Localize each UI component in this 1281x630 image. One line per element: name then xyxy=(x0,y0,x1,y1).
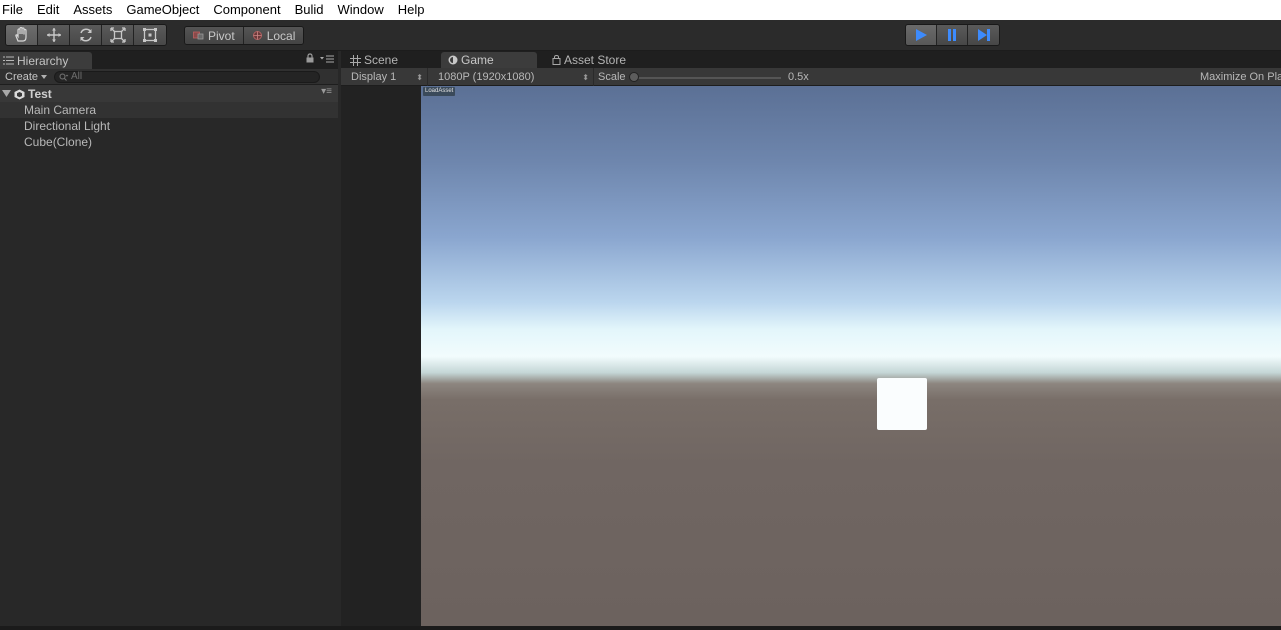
search-placeholder: All xyxy=(71,71,83,82)
hierarchy-toolbar: Create All xyxy=(0,69,338,85)
menu-file[interactable]: File xyxy=(0,0,30,20)
scene-tab-label: Scene xyxy=(364,53,399,67)
rect-tool-icon xyxy=(143,28,157,42)
pivot-label: Pivot xyxy=(208,28,235,43)
resolution-label: 1080P (1920x1080) xyxy=(438,71,535,83)
transform-tools xyxy=(5,24,167,46)
local-button[interactable]: Local xyxy=(243,27,304,44)
lock-icon[interactable] xyxy=(306,53,314,63)
status-bar xyxy=(0,626,1281,630)
move-tool-button[interactable] xyxy=(38,25,70,45)
create-dropdown[interactable]: Create xyxy=(0,71,54,83)
rect-tool-button[interactable] xyxy=(134,25,166,45)
hierarchy-tab-label: Hierarchy xyxy=(17,53,69,68)
tab-asset-store[interactable]: Asset Store xyxy=(545,52,645,68)
step-button[interactable] xyxy=(968,25,999,45)
local-icon xyxy=(252,31,262,40)
load-asset-badge[interactable]: LoadAsset xyxy=(423,87,456,96)
rotate-tool-button[interactable] xyxy=(70,25,102,45)
hand-tool-button[interactable] xyxy=(6,25,38,45)
play-controls xyxy=(905,24,1000,46)
pivot-toggle-group: Pivot Local xyxy=(184,26,305,45)
panel-menu-icon[interactable] xyxy=(320,54,334,63)
tab-hierarchy[interactable]: Hierarchy xyxy=(0,52,92,69)
pivot-icon xyxy=(193,31,204,40)
scale-label: Scale xyxy=(598,71,626,83)
hand-tool-icon xyxy=(14,27,27,42)
play-icon xyxy=(916,29,927,41)
dropdown-arrows-icon: ⬍ xyxy=(416,72,423,82)
pivot-button[interactable]: Pivot xyxy=(185,27,244,44)
scale-value: 0.5x xyxy=(788,71,809,83)
menu-window[interactable]: Window xyxy=(331,0,391,20)
view-panel: Scene Game Asset Store Display 1 ⬍ 1080P… xyxy=(341,51,1281,630)
hierarchy-item-main-camera[interactable]: Main Camera xyxy=(0,102,338,118)
display-label: Display 1 xyxy=(351,71,397,83)
shopping-bag-icon xyxy=(552,55,561,65)
scene-options-icon[interactable]: ▾≡ xyxy=(321,86,332,97)
pause-button[interactable] xyxy=(937,25,968,45)
pause-icon xyxy=(948,29,956,41)
scale-tool-button[interactable] xyxy=(102,25,134,45)
scene-name: Test xyxy=(28,87,52,101)
main-toolbar: Pivot Local xyxy=(0,20,1281,51)
hierarchy-tree: Test ▾≡ Main Camera Directional Light Cu… xyxy=(0,86,338,630)
menu-bar: File Edit Assets GameObject Component Bu… xyxy=(0,0,1281,20)
hierarchy-item-directional-light[interactable]: Directional Light xyxy=(0,118,338,134)
menu-component[interactable]: Component xyxy=(206,0,287,20)
hierarchy-item-cube-clone[interactable]: Cube(Clone) xyxy=(0,134,338,150)
scale-slider-track[interactable] xyxy=(631,77,781,79)
game-viewport-area: LoadAsset xyxy=(341,86,1281,627)
search-icon xyxy=(59,73,69,81)
rotate-tool-icon xyxy=(79,28,92,42)
unity-scene-icon xyxy=(14,89,25,99)
menu-help[interactable]: Help xyxy=(391,0,432,20)
menu-assets[interactable]: Assets xyxy=(66,0,119,20)
game-controller-icon xyxy=(448,55,458,65)
expand-triangle-icon[interactable] xyxy=(2,90,11,98)
scale-slider-thumb[interactable] xyxy=(629,72,639,82)
cube-object xyxy=(877,378,927,430)
local-label: Local xyxy=(266,28,296,43)
game-view-toolbar: Display 1 ⬍ 1080P (1920x1080) ⬍ Scale 0.… xyxy=(341,68,1281,86)
play-button[interactable] xyxy=(906,25,937,45)
maximize-on-play-toggle[interactable]: Maximize On Play xyxy=(1200,71,1281,83)
step-icon xyxy=(977,29,990,41)
hierarchy-tab-icons xyxy=(306,53,334,63)
move-tool-icon xyxy=(46,28,61,42)
scene-row[interactable]: Test ▾≡ xyxy=(0,86,338,102)
hierarchy-tab-bar: Hierarchy xyxy=(0,51,338,69)
menu-build[interactable]: Bulid xyxy=(288,0,331,20)
asset-store-tab-label: Asset Store xyxy=(564,53,627,67)
dropdown-arrows-icon: ⬍ xyxy=(582,72,589,82)
chevron-down-icon xyxy=(41,74,48,79)
game-tab-label: Game xyxy=(461,53,494,67)
menu-edit[interactable]: Edit xyxy=(30,0,66,20)
game-render-view[interactable]: LoadAsset xyxy=(421,86,1281,627)
tab-game[interactable]: Game xyxy=(441,52,537,68)
hierarchy-panel: Hierarchy Create All Test ▾≡ Main Camera… xyxy=(0,51,338,630)
resolution-dropdown[interactable]: 1080P (1920x1080) ⬍ xyxy=(429,68,594,86)
menu-gameobject[interactable]: GameObject xyxy=(119,0,206,20)
hierarchy-list-icon xyxy=(3,56,14,65)
scale-tool-icon xyxy=(109,27,126,43)
display-dropdown[interactable]: Display 1 ⬍ xyxy=(341,68,428,86)
view-tab-bar: Scene Game Asset Store xyxy=(341,51,1281,68)
tab-scene[interactable]: Scene xyxy=(343,52,439,68)
create-label: Create xyxy=(5,70,39,83)
hierarchy-search-input[interactable]: All xyxy=(54,70,320,83)
grid-icon xyxy=(350,54,361,66)
